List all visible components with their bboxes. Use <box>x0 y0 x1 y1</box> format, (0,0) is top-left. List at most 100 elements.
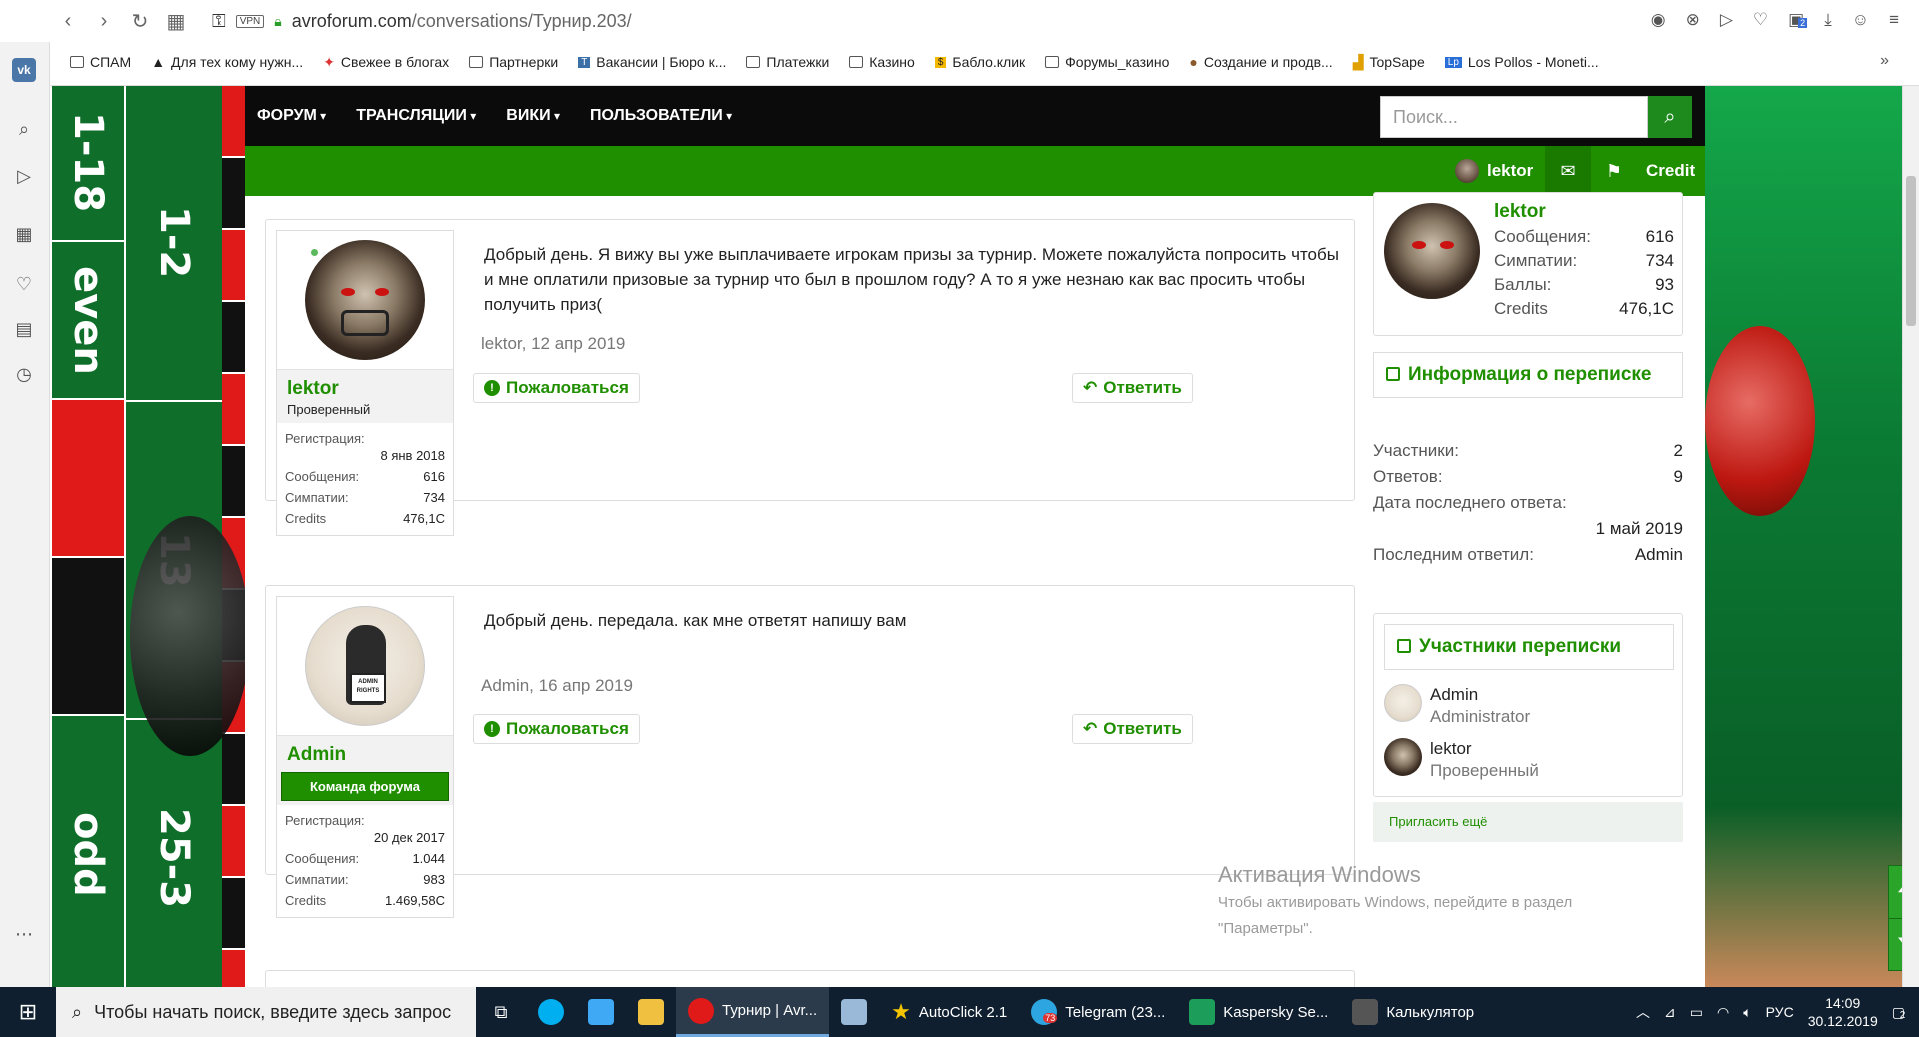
taskbar-notes[interactable] <box>829 987 879 1037</box>
vk-icon[interactable]: vk <box>12 58 36 82</box>
download-icon[interactable]: ⤓ <box>1824 10 1832 30</box>
more-icon[interactable]: ⋯ <box>12 922 36 946</box>
visitor-name[interactable]: lektor <box>1494 201 1674 223</box>
forward-icon[interactable]: › <box>86 10 122 33</box>
avatar[interactable]: ADMIN RIGHTS <box>305 606 425 726</box>
user-extra-info: Регистрация: 8 янв 2018 Сообщения: 616 Си… <box>277 423 453 535</box>
network-icon[interactable]: ⊿ <box>1664 1004 1676 1021</box>
send-icon[interactable]: ▷ <box>12 164 36 188</box>
heart-icon[interactable]: ♡ <box>12 272 36 296</box>
credit-link[interactable]: Credit <box>1646 146 1695 196</box>
bookmark-casino[interactable]: Казино <box>849 54 915 70</box>
bookmark-partners[interactable]: Партнерки <box>469 54 558 70</box>
language-indicator[interactable]: РУС <box>1766 1004 1794 1020</box>
battery-icon[interactable]: ▭ <box>1690 1004 1703 1021</box>
address-bar[interactable]: ⚿ VPN 🔒︎ avroforum.com/conversations/Тур… <box>212 11 632 32</box>
exclamation-icon: ! <box>484 380 500 396</box>
taskbar-explorer[interactable] <box>626 987 676 1037</box>
posts-value: 616 <box>423 469 445 484</box>
avatar[interactable] <box>305 240 425 360</box>
back-icon[interactable]: ‹ <box>50 10 86 33</box>
report-button[interactable]: ! Пожаловаться <box>473 714 640 744</box>
roulette-cell: odd <box>50 714 126 987</box>
menu-icon[interactable]: ≡ <box>1889 10 1899 30</box>
avatar-mask <box>341 310 389 336</box>
taskbar-kaspersky[interactable]: Kaspersky Se... <box>1177 987 1340 1037</box>
reply-button[interactable]: ↶ Ответить <box>1072 714 1193 744</box>
invite-more-link[interactable]: Пригласить ещё <box>1373 802 1683 842</box>
last-by-label: Последним ответил: <box>1373 545 1534 564</box>
bookmark-bablo[interactable]: $ Бабло.клик <box>934 54 1025 70</box>
search-input[interactable]: Поиск... <box>1380 96 1648 138</box>
windows-start-icon[interactable]: ⊞ <box>0 987 56 1037</box>
message-meta[interactable]: Admin, 16 апр 2019 <box>481 676 633 696</box>
taskbar-cards[interactable] <box>576 987 626 1037</box>
clock[interactable]: 14:09 30.12.2019 <box>1808 994 1878 1030</box>
taskbar-search-input[interactable]: ⌕ Чтобы начать поиск, введите здесь запро… <box>56 987 476 1037</box>
adblock-icon[interactable]: ⊗ <box>1686 10 1700 30</box>
speed-dial-icon[interactable]: ▦ <box>158 9 194 34</box>
taskbar-skype[interactable] <box>526 987 576 1037</box>
account-link[interactable]: lektor <box>1455 146 1533 196</box>
taskbar-autoclick[interactable]: ★ AutoClick 2.1 <box>879 987 1019 1037</box>
heart-icon[interactable]: ♡ <box>1753 10 1768 30</box>
taskbar-calculator[interactable]: Калькулятор <box>1340 987 1486 1037</box>
wifi-icon[interactable]: ◠ <box>1717 1004 1729 1021</box>
bookmark-spam[interactable]: СПАМ <box>70 54 131 70</box>
scrollbar-thumb[interactable] <box>1906 176 1916 326</box>
alerts-button[interactable]: ⚑ <box>1591 146 1637 196</box>
avatar-eye <box>341 288 355 296</box>
bookmark-creation[interactable]: ● Создание и продв... <box>1189 54 1332 70</box>
search-button[interactable]: ⌕ <box>1648 96 1692 138</box>
notification-badge: 2 <box>1899 1009 1906 1021</box>
task-view-icon[interactable]: ⧉ <box>476 1002 526 1023</box>
search-icon[interactable]: ⌕ <box>12 117 36 141</box>
bookmark-forums-casino[interactable]: Форумы_казино <box>1045 54 1169 70</box>
taskbar-telegram[interactable]: 73 Telegram (23... <box>1019 987 1177 1037</box>
report-button[interactable]: ! Пожаловаться <box>473 373 640 403</box>
member-item[interactable]: lektor Проверенный <box>1384 738 1674 782</box>
extension-icon[interactable]: ▣ 2 <box>1788 10 1808 30</box>
reload-icon[interactable]: ↻ <box>122 9 158 34</box>
volume-icon[interactable]: 🔈︎ <box>1743 1004 1751 1021</box>
roulette-number-strip <box>222 86 245 987</box>
nav-users[interactable]: ПОЛЬЗОВАТЕЛИ <box>590 107 732 125</box>
member-item[interactable]: Admin Administrator <box>1384 684 1674 728</box>
taskbar-opera[interactable]: Турнир | Avr... <box>676 987 830 1037</box>
credits-label: Credits <box>285 893 327 908</box>
bookmarks-more-icon[interactable]: » <box>1880 52 1889 70</box>
avatar-eye <box>1412 241 1426 249</box>
news-icon[interactable]: ▤ <box>12 317 36 341</box>
page-scrollbar[interactable] <box>1902 86 1919 987</box>
key-icon: ⚿ <box>212 10 226 31</box>
message-text: Добрый день. передала. как мне ответят н… <box>484 611 907 630</box>
bookmark-icon: $ <box>934 56 947 68</box>
message-author[interactable]: lektor <box>287 378 443 400</box>
bookmark-for-those[interactable]: ▲ Для тех кому нужн... <box>151 54 303 70</box>
send-icon[interactable]: ▷ <box>1720 10 1733 30</box>
speed-dial-icon[interactable]: ▦ <box>12 222 36 246</box>
nav-streams[interactable]: ТРАНСЛЯЦИИ <box>356 107 476 125</box>
message-author[interactable]: Admin <box>287 744 443 766</box>
conversations-button[interactable]: ✉ <box>1545 146 1591 196</box>
bookmark-blogs[interactable]: ✦ Свежее в блогах <box>323 54 449 71</box>
message-meta[interactable]: lektor, 12 апр 2019 <box>481 334 625 354</box>
nav-forum[interactable]: ФОРУМ <box>257 107 326 125</box>
bookmark-lospollos[interactable]: Lp Los Pollos - Moneti... <box>1444 54 1599 70</box>
bookmark-topsape[interactable]: ▟ TopSape <box>1353 54 1425 71</box>
nav-wiki[interactable]: ВИКИ <box>506 107 560 125</box>
last-by-value[interactable]: Admin <box>1635 542 1683 568</box>
reply-button[interactable]: ↶ Ответить <box>1072 373 1193 403</box>
bookmark-jobs[interactable]: T Вакансии | Бюро к... <box>578 54 726 70</box>
bookmark-icon: ▟ <box>1352 53 1364 70</box>
history-icon[interactable]: ◷ <box>12 362 36 386</box>
bookmark-payments[interactable]: Платежки <box>746 54 829 70</box>
lock-icon[interactable]: 🔒︎ <box>274 13 281 30</box>
vpn-badge[interactable]: VPN <box>235 14 265 28</box>
camera-icon[interactable]: ◉ <box>1651 10 1666 30</box>
avatar[interactable] <box>1384 203 1480 299</box>
account-icon[interactable]: ☺ <box>1852 10 1869 30</box>
message-user-card: ADMIN RIGHTS Admin Команда форума Регист… <box>276 596 454 918</box>
notification-icon[interactable]: ▢ 2 <box>1892 1004 1906 1021</box>
chevron-up-icon[interactable]: ︿ <box>1636 1002 1650 1022</box>
